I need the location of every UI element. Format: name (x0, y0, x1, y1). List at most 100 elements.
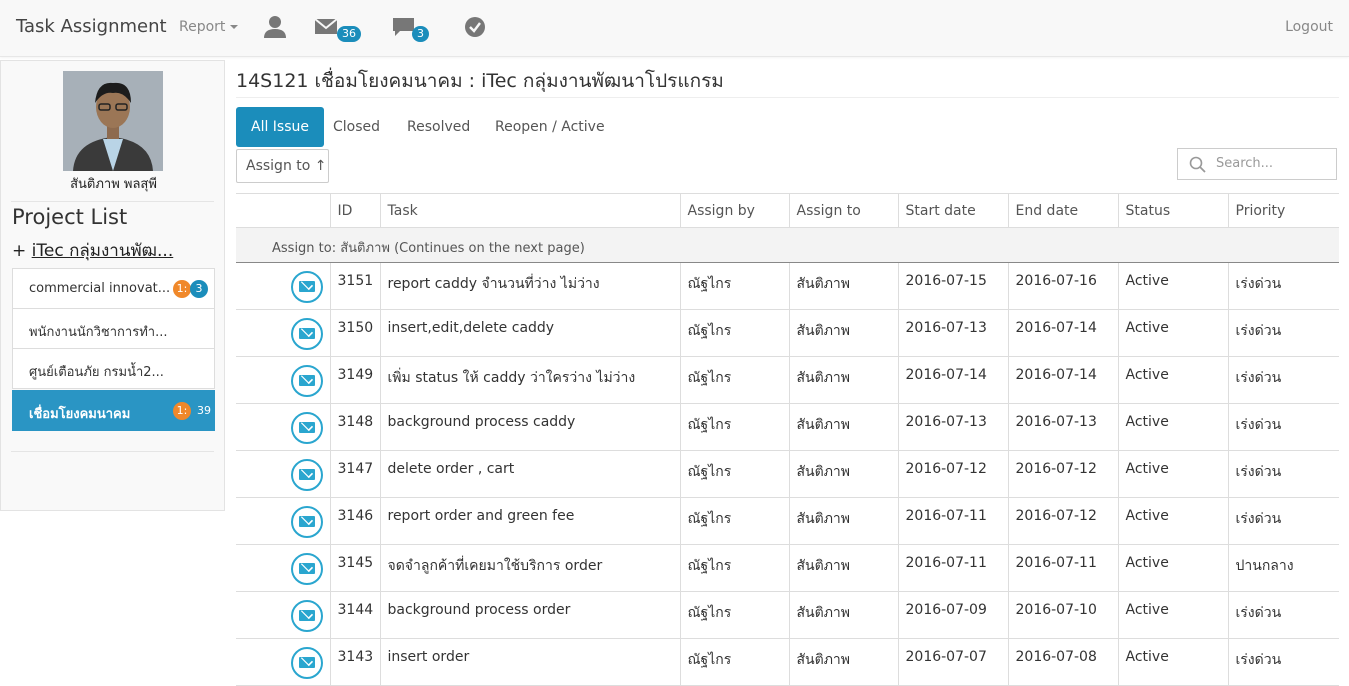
cell-end-date: 2016-07-08 (1007, 638, 1118, 686)
cell-end-date: 2016-07-12 (1007, 497, 1118, 545)
cell-status: Active (1117, 262, 1228, 310)
user-icon[interactable] (262, 14, 290, 40)
project-name: commercial innovat... (29, 281, 171, 296)
cell-assign-to: สันติภาพ (788, 262, 898, 310)
tab-resolved[interactable]: Resolved (392, 107, 485, 147)
cell-action (236, 309, 330, 357)
mail-notify-icon[interactable] (291, 647, 323, 679)
report-label: Report (179, 19, 226, 35)
cell-assign-by: ณัฐไกร (679, 544, 789, 592)
col-assign-to[interactable]: Assign to (788, 193, 899, 228)
cell-start-date: 2016-07-09 (897, 591, 1008, 639)
chat-count-badge: 3 (412, 26, 429, 42)
project-badge-orange: 1: (173, 280, 191, 298)
table-row[interactable]: 3150 insert,edit,delete caddy ณัฐไกร สันติภ… (236, 309, 1339, 357)
app-brand[interactable]: Task Assignment (16, 16, 167, 37)
mail-notify-icon[interactable] (291, 412, 323, 444)
col-end-date[interactable]: End date (1007, 193, 1119, 228)
mail-notify-icon[interactable] (291, 318, 323, 350)
cell-assign-by: ณัฐไกร (679, 309, 789, 357)
cell-assign-to: สันติภาพ (788, 591, 898, 639)
cell-assign-to: สันติภาพ (788, 356, 898, 404)
table-row[interactable]: 3143 insert order ณัฐไกร สันติภาพ 2016-07-07… (236, 638, 1339, 686)
cell-end-date: 2016-07-13 (1007, 403, 1118, 451)
table-row[interactable]: 3146 report order and green fee ณัฐไกร สันต… (236, 497, 1339, 545)
cell-end-date: 2016-07-10 (1007, 591, 1118, 639)
cell-status: Active (1117, 403, 1228, 451)
project-name: เชื่อมโยงคมนาคม (29, 407, 131, 422)
project-item-active[interactable]: เชื่อมโยงคมนาคม 1: 39 (12, 390, 215, 431)
table-row[interactable]: 3147 delete order , cart ณัฐไกร สันติภาพ 201… (236, 450, 1339, 498)
cell-status: Active (1117, 638, 1228, 686)
project-item-3[interactable]: ศูนย์เตือนภัย กรมน้ำ2... (12, 348, 215, 389)
mail-notify-icon[interactable] (291, 506, 323, 538)
table-row[interactable]: 3145 จดจำลูกค้าที่เคยมาใช้บริการ order ณัฐ… (236, 544, 1339, 592)
cell-start-date: 2016-07-07 (897, 638, 1008, 686)
tab-reopen-active[interactable]: Reopen / Active (480, 107, 620, 147)
cell-start-date: 2016-07-14 (897, 356, 1008, 404)
cell-assign-by: ณัฐไกร (679, 591, 789, 639)
mail-notify-icon[interactable] (291, 600, 323, 632)
cell-id: 3149 (329, 356, 380, 404)
table-row[interactable]: 3151 report caddy จำนวนที่ว่าง ไม่ว่าง ณัฐ… (236, 262, 1339, 310)
table-row[interactable]: 3144 background process order ณัฐไกร สันติภ… (236, 591, 1339, 639)
project-group-link[interactable]: + iTec กลุ่มงานพัฒ... (12, 237, 173, 264)
cell-priority: เร่งด่วน (1227, 356, 1339, 404)
col-status[interactable]: Status (1117, 193, 1229, 228)
cell-assign-to: สันติภาพ (788, 497, 898, 545)
mail-notify-icon[interactable] (291, 553, 323, 585)
mail-notify-icon[interactable] (291, 459, 323, 491)
col-task[interactable]: Task (379, 193, 681, 228)
cell-status: Active (1117, 544, 1228, 592)
cell-action (236, 356, 330, 404)
check-circle-icon[interactable] (464, 14, 492, 40)
table-row[interactable]: 3148 background process caddy ณัฐไกร สันติภ… (236, 403, 1339, 451)
search-icon (1189, 156, 1206, 173)
sidebar: สันติภาพ พลสุพี Project List + iTec กลุ่… (0, 60, 225, 511)
report-menu[interactable]: Report (179, 19, 239, 35)
divider (11, 451, 214, 452)
cell-start-date: 2016-07-11 (897, 544, 1008, 592)
cell-action (236, 497, 330, 545)
mail-notify-icon[interactable] (291, 365, 323, 397)
tab-closed[interactable]: Closed (318, 107, 395, 147)
cell-priority: เร่งด่วน (1227, 591, 1339, 639)
cell-end-date: 2016-07-12 (1007, 450, 1118, 498)
cell-status: Active (1117, 309, 1228, 357)
table-row[interactable]: 3149 เพิ่ม status ให้ caddy ว่าใครว่าง ไม… (236, 356, 1339, 404)
cell-start-date: 2016-07-15 (897, 262, 1008, 310)
expand-icon: + (12, 241, 27, 261)
chat-icon[interactable]: 3 (392, 14, 429, 42)
project-group-name: iTec กลุ่มงานพัฒ... (31, 241, 174, 261)
cell-id: 3145 (329, 544, 380, 592)
cell-task: report order and green fee (379, 497, 680, 545)
cell-priority: เร่งด่วน (1227, 309, 1339, 357)
logout-link[interactable]: Logout (1285, 19, 1333, 35)
divider (236, 97, 1339, 98)
cell-status: Active (1117, 450, 1228, 498)
project-item-commercial[interactable]: commercial innovat... 1: 3 (12, 268, 215, 309)
mail-notify-icon[interactable] (291, 271, 323, 303)
cell-task: report caddy จำนวนที่ว่าง ไม่ว่าง (379, 262, 680, 310)
col-start-date[interactable]: Start date (897, 193, 1009, 228)
col-assign-by[interactable]: Assign by (679, 193, 790, 228)
project-item-2[interactable]: พนักงานนักวิชาการทำ... (12, 308, 215, 349)
cell-end-date: 2016-07-11 (1007, 544, 1118, 592)
avatar (63, 71, 163, 171)
cell-action (236, 591, 330, 639)
cell-id: 3150 (329, 309, 380, 357)
cell-id: 3143 (329, 638, 380, 686)
page-title: 14S121 เชื่อมโยงคมนาคม : iTec กลุ่มงานพั… (236, 70, 724, 92)
cell-status: Active (1117, 497, 1228, 545)
col-priority[interactable]: Priority (1227, 193, 1339, 228)
cell-assign-by: ณัฐไกร (679, 497, 789, 545)
mail-icon[interactable]: 36 (314, 14, 361, 42)
issue-table: ID Task Assign by Assign to Start date E… (236, 193, 1339, 686)
search-input[interactable]: Search... (1177, 148, 1337, 180)
cell-assign-by: ณัฐไกร (679, 638, 789, 686)
col-id[interactable]: ID (329, 193, 381, 228)
cell-task: เพิ่ม status ให้ caddy ว่าใครว่าง ไม่ว่า… (379, 356, 680, 404)
cell-action (236, 450, 330, 498)
tab-all-issue[interactable]: All Issue (236, 107, 325, 147)
assign-to-sort-button[interactable]: Assign to ↑ (236, 149, 329, 183)
